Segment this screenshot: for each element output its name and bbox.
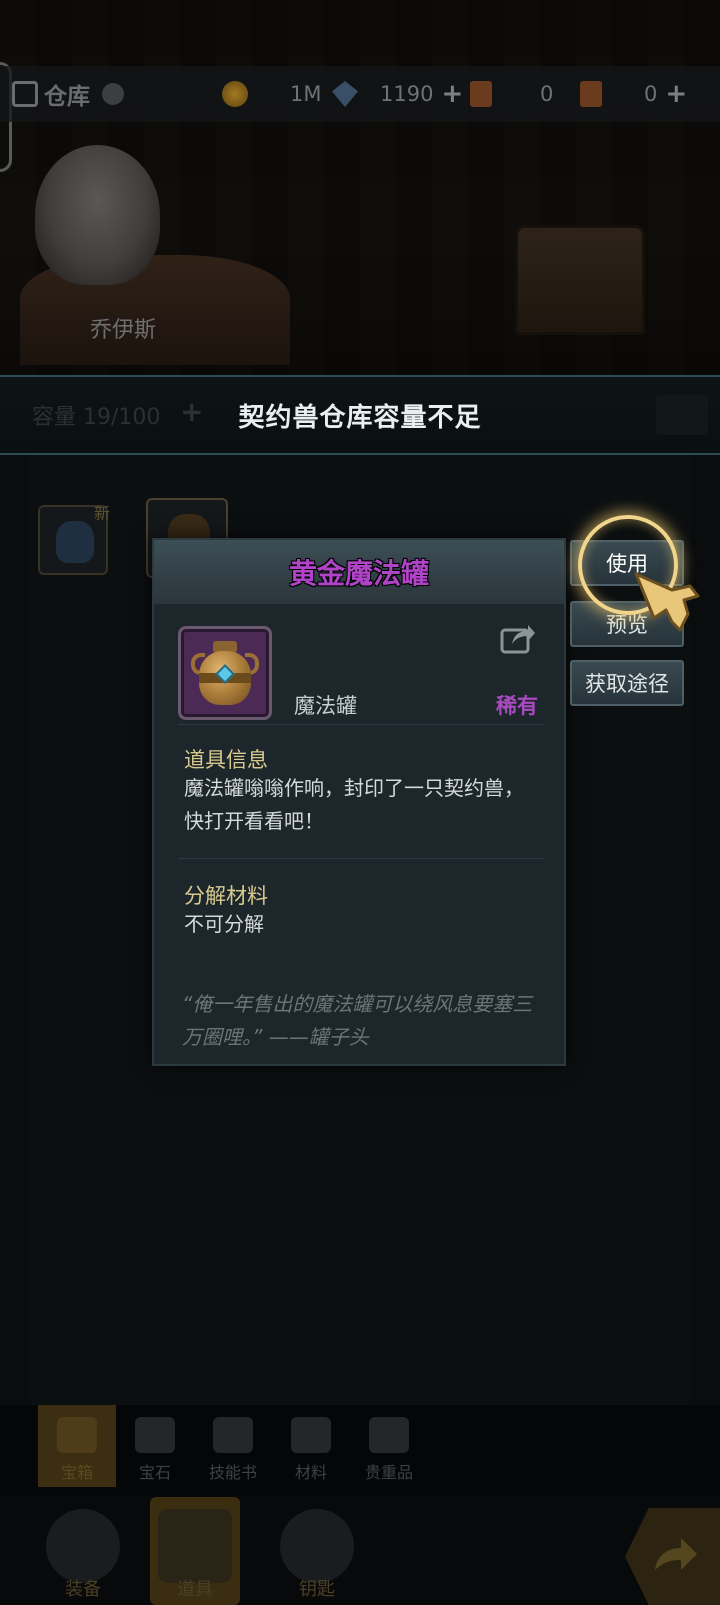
decompose-text: 不可分解 (184, 912, 264, 936)
divider (178, 858, 544, 859)
tab-skill-book[interactable]: 技能书 (194, 1405, 272, 1487)
item-icon-frame (178, 626, 272, 720)
arrow-right-icon (655, 1538, 697, 1570)
notice-text: 契约兽仓库容量不足 (238, 402, 482, 433)
add-scroll-icon[interactable]: + (665, 79, 687, 109)
tab-equipment[interactable]: 装备 (38, 1497, 128, 1605)
help-icon[interactable] (102, 83, 124, 105)
gem-icon (135, 1417, 175, 1453)
crossed-swords-icon (46, 1509, 120, 1583)
notice-banner: 容量 19/100 + 契约兽仓库容量不足 (0, 375, 720, 455)
tab-gem[interactable]: 宝石 (116, 1405, 194, 1487)
item-detail-popup: 黄金魔法罐 魔法罐 稀有 道具信息 魔法罐嗡嗡作响，封印了一只契约兽，快打开看看… (152, 538, 566, 1066)
chest-icon (57, 1417, 97, 1453)
obtain-source-button[interactable]: 获取途径 (570, 660, 684, 706)
main-nav-bar: 装备 道具 钥匙 (0, 1495, 720, 1605)
tab-chest[interactable]: 宝箱 (38, 1405, 116, 1487)
expand-capacity-icon: + (180, 395, 204, 428)
treasure-chest-image (515, 225, 645, 335)
magic-jar-icon (56, 521, 94, 563)
item-bag-icon (158, 1509, 232, 1583)
add-diamond-icon[interactable]: + (441, 79, 463, 109)
diamond-currency (332, 66, 358, 122)
info-text: 魔法罐嗡嗡作响，封印了一只契约兽，快打开看看吧！ (184, 776, 524, 833)
tab-valuables[interactable]: 贵重品 (350, 1405, 428, 1487)
popup-header: 黄金魔法罐 (154, 540, 564, 604)
tab-keys[interactable]: 钥匙 (272, 1497, 362, 1605)
item-name: 黄金魔法罐 (288, 557, 429, 590)
tab-material[interactable]: 材料 (272, 1405, 350, 1487)
item-type: 魔法罐 (294, 694, 357, 718)
ticket-value: 0 (540, 82, 554, 106)
info-title: 道具信息 (184, 748, 268, 772)
capacity-label: 容量 19/100 (32, 405, 161, 430)
character-portrait (35, 145, 160, 285)
warehouse-title: 仓库 (12, 66, 124, 122)
scroll-value: 0 + (644, 79, 688, 109)
gold-currency (222, 66, 248, 122)
flavor-text: “俺一年售出的魔法罐可以绕风息要塞三万圈哩。” ——罐子头 (182, 992, 533, 1049)
sort-button (656, 395, 708, 435)
material-icon (291, 1417, 331, 1453)
ticket-icon (470, 81, 492, 107)
valuables-icon (369, 1417, 409, 1453)
diamond-value: 1190 + (380, 79, 464, 109)
golden-magic-jar-icon (191, 639, 259, 709)
scroll-currency (580, 66, 602, 122)
diamond-icon (332, 81, 358, 107)
gold-coin-icon (222, 81, 248, 107)
warehouse-icon (12, 81, 38, 107)
gold-value: 1M (290, 82, 322, 106)
decompose-title: 分解材料 (184, 884, 268, 908)
ticket-currency (470, 66, 492, 122)
share-icon[interactable] (500, 620, 536, 654)
top-resource-bar: 仓库 1M 1190 + 0 0 + (0, 66, 720, 122)
category-tabs: 宝箱 宝石 技能书 材料 贵重品 (0, 1405, 720, 1493)
divider (178, 724, 544, 725)
rarity-label: 稀有 (496, 694, 538, 718)
key-icon (280, 1509, 354, 1583)
tutorial-hand-pointer-icon (634, 572, 700, 632)
book-icon (213, 1417, 253, 1453)
scroll-icon (580, 81, 602, 107)
new-badge: 新 (94, 504, 111, 523)
character-name: 乔伊斯 (90, 318, 157, 343)
tab-items[interactable]: 道具 (150, 1497, 240, 1605)
